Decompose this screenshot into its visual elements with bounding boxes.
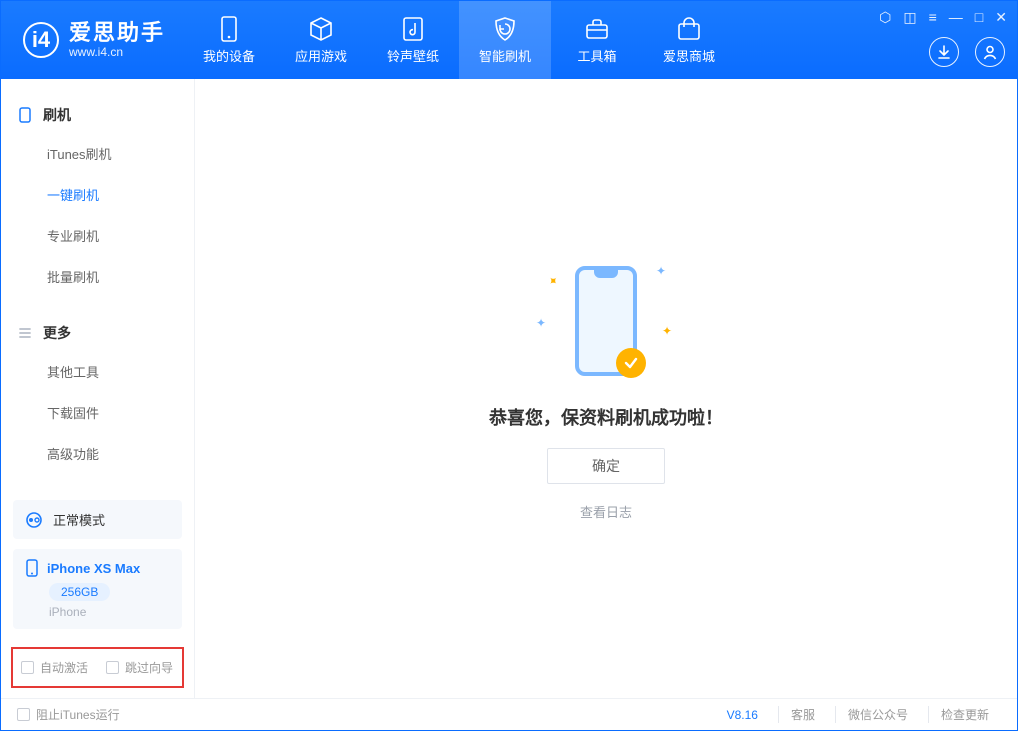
sparkle-icon: ✦ xyxy=(662,324,672,338)
phone-outline-icon xyxy=(17,107,33,123)
sparkle-icon: ✦ xyxy=(536,316,546,330)
sidebar-item-advanced[interactable]: 高级功能 xyxy=(1,433,194,474)
tab-ringtones[interactable]: 铃声壁纸 xyxy=(367,1,459,79)
checkbox-label: 阻止iTunes运行 xyxy=(36,706,120,723)
music-icon xyxy=(401,16,425,42)
sidebar-item-itunes-flash[interactable]: iTunes刷机 xyxy=(1,133,194,174)
skin-icon[interactable]: ◫ xyxy=(903,9,916,26)
checkbox-block-itunes[interactable]: 阻止iTunes运行 xyxy=(17,706,120,723)
device-name: iPhone XS Max xyxy=(47,561,140,576)
sidebar-item-batch-flash[interactable]: 批量刷机 xyxy=(1,256,194,297)
maximize-button[interactable]: □ xyxy=(975,9,983,26)
tab-store[interactable]: 爱思商城 xyxy=(643,1,735,79)
mode-label: 正常模式 xyxy=(53,510,105,529)
mode-icon xyxy=(25,511,43,529)
sparkle-icon: ✦ xyxy=(545,272,562,289)
store-icon xyxy=(676,16,702,42)
window-controls: ⬡ ◫ ≡ — □ ✕ xyxy=(879,9,1007,26)
device-icon xyxy=(219,16,239,42)
checkmark-badge-icon xyxy=(616,348,646,378)
device-block: 正常模式 iPhone XS Max 256GB iPhone xyxy=(1,490,194,639)
options-highlight-box: 自动激活 跳过向导 xyxy=(11,647,184,688)
footer-link-support[interactable]: 客服 xyxy=(778,706,827,723)
footer-link-wechat[interactable]: 微信公众号 xyxy=(835,706,920,723)
capacity-badge: 256GB xyxy=(49,583,110,601)
logo[interactable]: i4 爱思助手 www.i4.cn xyxy=(1,1,183,79)
sidebar: 刷机 iTunes刷机 一键刷机 专业刷机 批量刷机 更多 其他工具 下载固件 … xyxy=(1,79,195,698)
shield-icon xyxy=(492,16,518,42)
tab-label: 我的设备 xyxy=(203,46,255,65)
tab-flash[interactable]: 智能刷机 xyxy=(459,1,551,79)
checkbox-auto-activate[interactable]: 自动激活 xyxy=(21,659,88,676)
main-content: ✦ ✦ ✦ ✦ 恭喜您，保资料刷机成功啦！ 确定 查看日志 xyxy=(195,79,1017,698)
footer-link-update[interactable]: 检查更新 xyxy=(928,706,1001,723)
tab-apps[interactable]: 应用游戏 xyxy=(275,1,367,79)
view-log-link[interactable]: 查看日志 xyxy=(580,502,632,521)
device-phone-icon xyxy=(25,559,39,577)
nav-tabs: 我的设备 应用游戏 铃声壁纸 智能刷机 xyxy=(183,1,735,79)
checkbox-box-icon xyxy=(21,661,34,674)
sidebar-item-download-firmware[interactable]: 下载固件 xyxy=(1,392,194,433)
group-title: 刷机 xyxy=(43,105,71,125)
tab-my-device[interactable]: 我的设备 xyxy=(183,1,275,79)
device-type: iPhone xyxy=(49,605,170,619)
sidebar-item-other-tools[interactable]: 其他工具 xyxy=(1,351,194,392)
checkbox-box-icon xyxy=(17,708,30,721)
sidebar-group-more: 更多 xyxy=(1,315,194,351)
checkbox-box-icon xyxy=(106,661,119,674)
app-window: ⬡ ◫ ≡ — □ ✕ i4 爱思助手 www.i4.cn 我的设备 xyxy=(0,0,1018,731)
sidebar-item-pro-flash[interactable]: 专业刷机 xyxy=(1,215,194,256)
success-illustration: ✦ ✦ ✦ ✦ xyxy=(516,256,696,386)
logo-icon: i4 xyxy=(23,22,59,58)
tab-label: 应用游戏 xyxy=(295,46,347,65)
group-title: 更多 xyxy=(43,323,71,343)
sidebar-scroll: 刷机 iTunes刷机 一键刷机 专业刷机 批量刷机 更多 其他工具 下载固件 … xyxy=(1,79,194,490)
feedback-icon[interactable]: ⬡ xyxy=(879,9,891,26)
app-title: 爱思助手 xyxy=(69,20,165,45)
user-button[interactable] xyxy=(975,37,1005,67)
success-message: 恭喜您，保资料刷机成功啦！ xyxy=(489,404,723,430)
checkbox-label: 自动激活 xyxy=(40,659,88,676)
device-info-card[interactable]: iPhone XS Max 256GB iPhone xyxy=(13,549,182,629)
checkbox-skip-guide[interactable]: 跳过向导 xyxy=(106,659,173,676)
sidebar-item-oneclick-flash[interactable]: 一键刷机 xyxy=(1,174,194,215)
tab-label: 智能刷机 xyxy=(479,46,531,65)
sparkle-icon: ✦ xyxy=(656,264,666,278)
checkbox-label: 跳过向导 xyxy=(125,659,173,676)
minimize-button[interactable]: — xyxy=(949,9,963,26)
version-label: V8.16 xyxy=(727,708,770,722)
downloads-button[interactable] xyxy=(929,37,959,67)
tab-label: 爱思商城 xyxy=(663,46,715,65)
cube-icon xyxy=(308,16,334,42)
app-subtitle: www.i4.cn xyxy=(69,46,165,60)
header-right xyxy=(929,37,1005,67)
toolbox-icon xyxy=(584,16,610,42)
menu-icon[interactable]: ≡ xyxy=(929,9,937,26)
list-icon xyxy=(17,325,33,341)
tab-label: 工具箱 xyxy=(578,46,617,65)
logo-text: 爱思助手 www.i4.cn xyxy=(69,20,165,59)
ok-button[interactable]: 确定 xyxy=(547,448,665,484)
header: ⬡ ◫ ≡ — □ ✕ i4 爱思助手 www.i4.cn 我的设备 xyxy=(1,1,1017,79)
sidebar-group-flash: 刷机 xyxy=(1,97,194,133)
tab-label: 铃声壁纸 xyxy=(387,46,439,65)
body: 刷机 iTunes刷机 一键刷机 专业刷机 批量刷机 更多 其他工具 下载固件 … xyxy=(1,79,1017,698)
close-button[interactable]: ✕ xyxy=(995,9,1007,26)
device-mode-card[interactable]: 正常模式 xyxy=(13,500,182,539)
footer: 阻止iTunes运行 V8.16 客服 微信公众号 检查更新 xyxy=(1,698,1017,730)
tab-toolbox[interactable]: 工具箱 xyxy=(551,1,643,79)
